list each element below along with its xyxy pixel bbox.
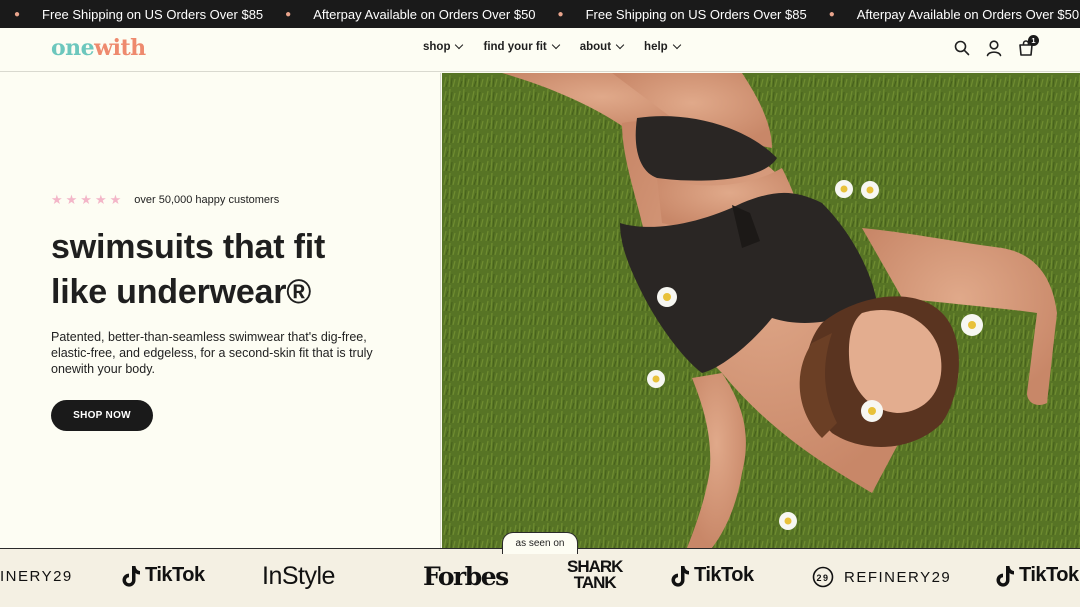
chevron-down-icon — [455, 40, 464, 50]
press-logos-bar: INERY29 TikTok InStyle Forbes SHARK TANK… — [0, 548, 1080, 607]
svg-text:29: 29 — [816, 573, 829, 583]
hero-headline: swimsuits that fit like underwear® — [51, 225, 411, 315]
separator-dot: ● — [828, 8, 835, 20]
announcement-message: Free Shipping on US Orders Over $85 — [585, 6, 807, 22]
tiktok-icon — [996, 565, 1014, 587]
refinery29-text: REFINERY29 — [844, 568, 952, 586]
logo-part-one: one — [51, 35, 95, 61]
forbes-text: Forbes — [423, 562, 509, 591]
separator-dot: ● — [285, 8, 292, 20]
tiktok-logo: TikTok — [121, 564, 205, 587]
hero-photo-illustration — [442, 73, 1080, 548]
refinery29-text: INERY29 — [0, 568, 73, 585]
instyle-logo: InStyle — [262, 562, 335, 591]
chevron-down-icon — [615, 40, 625, 50]
shop-now-button[interactable]: SHOP NOW — [51, 400, 153, 431]
header-icons: 1 — [954, 35, 1039, 57]
site-header: onewith shop find your fit about help 1 — [0, 28, 1080, 72]
announcement-message: Afterpay Available on Orders Over $50 — [313, 6, 536, 22]
announcement-message: Free Shipping on US Orders Over $85 — [42, 6, 264, 22]
hero-subcopy: Patented, better-than-seamless swimwear … — [51, 330, 373, 376]
search-icon[interactable] — [954, 39, 970, 57]
chevron-down-icon — [551, 40, 560, 50]
headline-line-1: swimsuits that fit — [51, 228, 326, 266]
nav-label: find your fit — [483, 41, 547, 53]
hero-text-panel: ★★★★★ over 50,000 happy customers swimsu… — [0, 73, 441, 548]
cart-icon[interactable]: 1 — [1018, 35, 1039, 57]
star-rating-icons: ★★★★★ — [51, 192, 125, 207]
nav-item-find-your-fit[interactable]: find your fit — [483, 40, 560, 53]
tiktok-text: TikTok — [694, 564, 754, 586]
nav-item-help[interactable]: help — [644, 40, 681, 53]
separator-dot: ● — [557, 8, 564, 20]
tiktok-text: TikTok — [1019, 564, 1079, 586]
nav-item-shop[interactable]: shop — [423, 40, 464, 53]
announcement-message: Afterpay Available on Orders Over $50 — [856, 6, 1080, 22]
tiktok-logo: TikTok — [995, 564, 1079, 587]
tiktok-icon — [122, 565, 140, 587]
tiktok-text: TikTok — [145, 564, 205, 586]
chevron-down-icon — [672, 40, 681, 50]
refinery29-logo: 29 REFINERY29 — [812, 566, 951, 588]
as-seen-on-label: as seen on — [502, 532, 578, 554]
nav-label: about — [579, 41, 612, 53]
hero-image — [442, 73, 1080, 548]
refinery29-logo: INERY29 — [0, 568, 73, 585]
brand-logo[interactable]: onewith — [51, 35, 146, 61]
nav-label: help — [644, 41, 668, 53]
announcement-bar: ● Free Shipping on US Orders Over $85 ● … — [0, 0, 1080, 28]
rating-text: over 50,000 happy customers — [134, 194, 280, 206]
tiktok-icon — [671, 565, 689, 587]
main-nav: shop find your fit about help — [423, 40, 681, 53]
forbes-logo: Forbes — [423, 562, 509, 591]
tank-text: TANK — [573, 573, 617, 592]
account-icon[interactable] — [986, 39, 1002, 57]
nav-label: shop — [423, 41, 451, 53]
rating-row: ★★★★★ over 50,000 happy customers — [51, 192, 279, 208]
tiktok-logo: TikTok — [670, 564, 754, 587]
instyle-text: InStyle — [262, 562, 335, 590]
refinery29-icon: 29 — [812, 566, 834, 588]
cart-count-badge: 1 — [1028, 35, 1039, 46]
headline-line-2: like underwear® — [51, 273, 312, 311]
logo-part-with: with — [94, 35, 146, 61]
nav-item-about[interactable]: about — [579, 40, 625, 53]
shark-tank-logo: SHARK TANK — [567, 558, 623, 592]
separator-dot: ● — [14, 8, 21, 20]
